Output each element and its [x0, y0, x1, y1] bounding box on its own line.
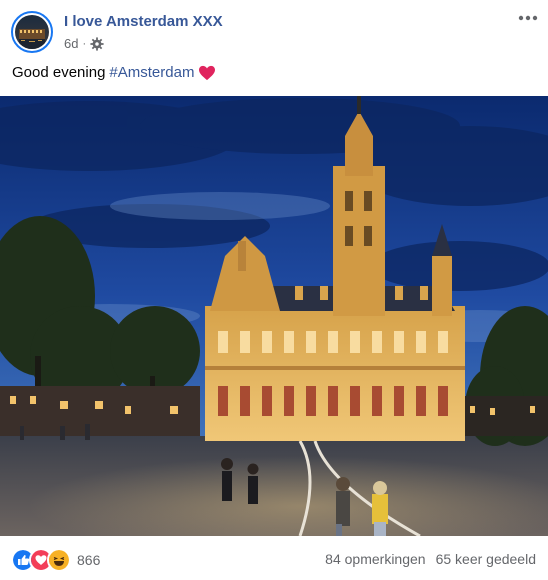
avatar-image — [15, 15, 49, 49]
page-avatar[interactable] — [11, 11, 53, 53]
post-header: I love Amsterdam XXX 6d · — [0, 0, 548, 60]
post-photo[interactable] — [0, 96, 548, 536]
post-caption: Good evening #Amsterdam — [12, 64, 216, 81]
page-name-link[interactable]: I love Amsterdam XXX — [64, 13, 223, 30]
engagement-stats: 84 opmerkingen 65 keer gedeeld — [325, 551, 536, 567]
meta-separator: · — [82, 37, 87, 50]
more-options-icon — [518, 15, 538, 21]
post-footer: 866 84 opmerkingen 65 keer gedeeld — [0, 540, 548, 580]
reactions-summary[interactable]: 866 — [11, 548, 100, 572]
more-options-button[interactable] — [516, 8, 540, 28]
gear-icon[interactable] — [90, 36, 104, 51]
caption-text: Good evening — [12, 64, 106, 81]
reaction-count: 866 — [77, 552, 101, 568]
red-heart-icon — [199, 65, 216, 80]
post-meta: 6d · — [64, 36, 104, 51]
shares-count-link[interactable]: 65 keer gedeeld — [436, 551, 536, 567]
comments-count-link[interactable]: 84 opmerkingen — [325, 551, 425, 567]
post-time[interactable]: 6d — [64, 36, 78, 51]
haha-icon — [47, 548, 71, 572]
hashtag-link[interactable]: #Amsterdam — [109, 64, 194, 81]
post-card: I love Amsterdam XXX 6d · Good evening #… — [0, 0, 548, 580]
